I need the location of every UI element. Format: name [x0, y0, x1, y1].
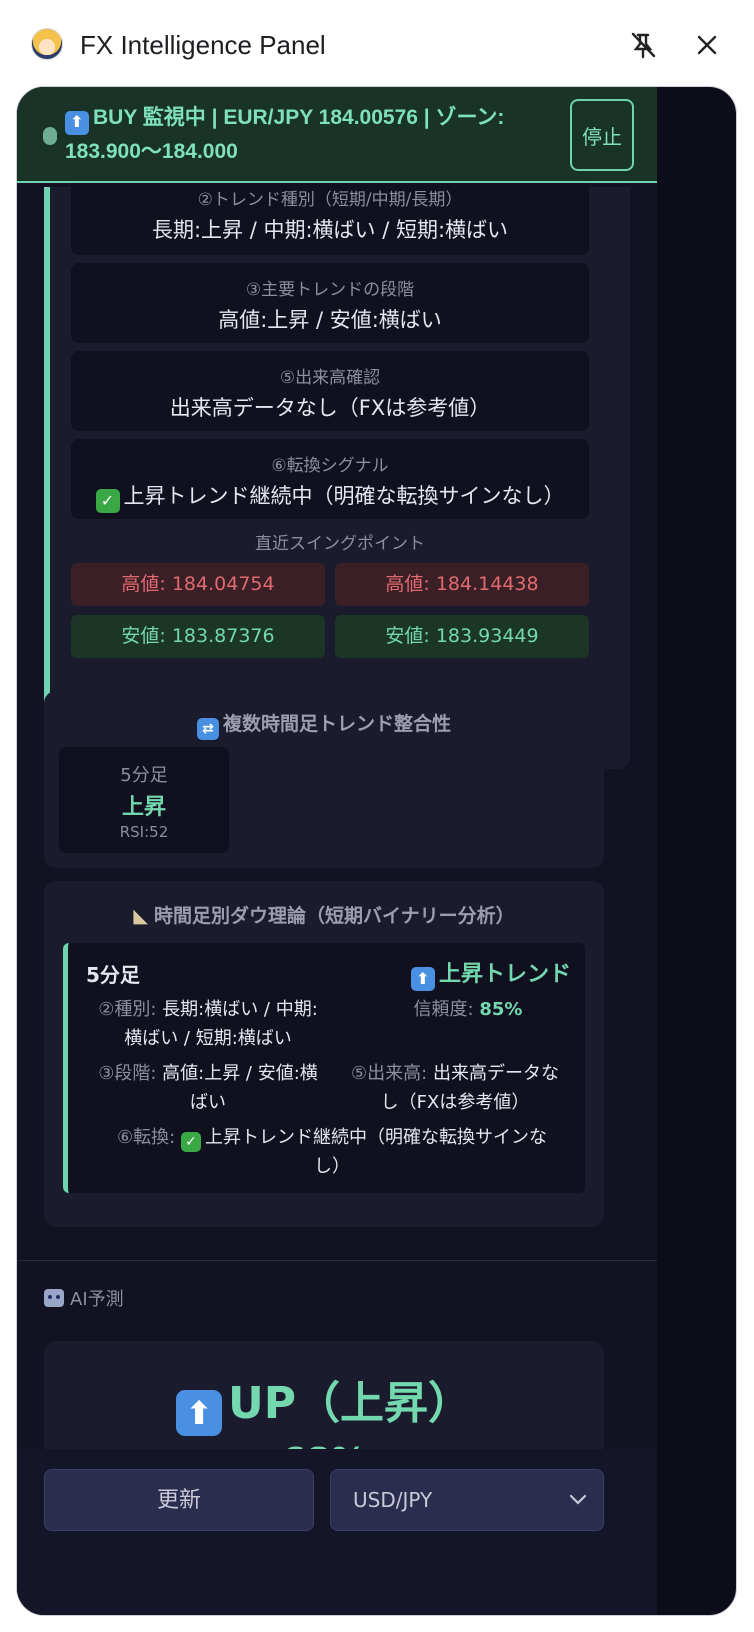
- mtf-card: ⇄ 複数時間足トレンド整合性 5分足 上昇 RSI:52: [44, 691, 604, 868]
- type-value-2: 横ばい / 短期:横ばい: [124, 1028, 292, 1049]
- robot-icon: [44, 1289, 64, 1307]
- reversal-row: ⑥転換: ✓ 上昇トレンド継続中（明確な転換サインなし）: [82, 1123, 582, 1181]
- app-avatar-icon: [31, 28, 63, 60]
- volume-value-1: 出来高データな: [432, 1063, 559, 1084]
- trend-stage-item: ③主要トレンドの段階 高値:上昇 / 安値:横ばい: [71, 263, 589, 343]
- refresh-button[interactable]: 更新: [44, 1469, 314, 1531]
- confidence-key: 信頼度:: [413, 999, 474, 1020]
- timeframe-box: 5分足 上昇 RSI:52: [59, 747, 229, 853]
- timeframe-trend: 上昇: [121, 795, 166, 820]
- item-value: 高値:上昇 / 安値:横ばい: [218, 308, 442, 332]
- swing-low-1: 安値: 183.87376: [71, 615, 325, 658]
- close-icon[interactable]: [690, 28, 724, 62]
- ai-section-label: AI予測: [44, 1285, 124, 1311]
- up-arrow-icon: ⬆: [410, 967, 435, 991]
- stage-key: ③段階:: [98, 1063, 157, 1084]
- ai-prediction-text: UP（上昇）: [228, 1378, 472, 1429]
- type-row: ②種別: 長期:横ばい / 中期: 横ばい / 短期:横ばい: [88, 995, 328, 1053]
- swing-high-1: 高値: 184.04754: [71, 563, 325, 606]
- confidence-row: 信頼度: 85%: [358, 995, 578, 1024]
- item-label: ⑤出来高確認: [279, 368, 381, 388]
- pair-select[interactable]: USD/JPY: [330, 1469, 604, 1531]
- check-icon: ✓: [95, 489, 120, 513]
- swing-low-2: 安値: 183.93449: [335, 615, 589, 658]
- unpin-icon[interactable]: [626, 28, 660, 62]
- item-value: 出来高データなし（FXは参考値）: [169, 396, 491, 420]
- swing-title: 直近スイングポイント: [255, 534, 425, 554]
- window-title: FX Intelligence Panel: [80, 30, 326, 60]
- pair-select-value: USD/JPY: [353, 1488, 433, 1512]
- timeframe-name: 5分足: [120, 765, 168, 786]
- shuffle-icon: ⇄: [196, 718, 219, 740]
- confidence-value: 85%: [479, 999, 523, 1020]
- status-message: BUY 監視中 | EUR/JPY 184.00576 | ゾーン: 183.9…: [65, 106, 505, 163]
- tf-dow-card: ◣ 時間足別ダウ理論（短期バイナリー分析） 5分足 ⬆ 上昇トレンド ②種別: 長期…: [44, 881, 604, 1227]
- title-bar: FX Intelligence Panel: [0, 0, 754, 86]
- mtf-title-text: 複数時間足トレンド整合性: [222, 713, 451, 735]
- type-key: ②種別:: [98, 999, 157, 1020]
- item-value: ✓ 上昇トレンド継続中（明確な転換サインなし）: [71, 480, 589, 513]
- volume-key: ⑤出来高:: [351, 1063, 428, 1084]
- type-value-1: 長期:横ばい / 中期:: [162, 999, 318, 1020]
- trend-type-item: ②トレンド種別（短期/中期/長期） 長期:上昇 / 中期:横ばい / 短期:横ば…: [71, 181, 589, 255]
- reversal-value-2: し）: [314, 1156, 350, 1177]
- mtf-title: ⇄ 複数時間足トレンド整合性: [44, 709, 604, 740]
- status-banner: ⬆ BUY 監視中 | EUR/JPY 184.00576 | ゾーン: 183.…: [17, 87, 657, 183]
- volume-row: ⑤出来高: 出来高データなし（FXは参考値）: [330, 1059, 580, 1117]
- panel: ②トレンド種別（短期/中期/長期） 長期:上昇 / 中期:横ばい / 短期:横ば…: [16, 86, 737, 1616]
- status-text: ⬆ BUY 監視中 | EUR/JPY 184.00576 | ゾーン: 183.…: [65, 101, 565, 168]
- reversal-text: 上昇トレンド継続中（明確な転換サインなし）: [123, 484, 565, 508]
- volume-check-item: ⑤出来高確認 出来高データなし（FXは参考値）: [71, 351, 589, 431]
- chevron-down-icon: [569, 1494, 587, 1505]
- status-dot: [43, 127, 57, 145]
- tf-dow-frame: 5分足: [86, 963, 140, 987]
- triangle-ruler-icon: ◣: [133, 905, 148, 927]
- volume-value-2: し（FXは参考値）: [380, 1092, 530, 1113]
- up-arrow-icon: ⬆: [65, 111, 89, 135]
- item-label: ⑥転換シグナル: [271, 456, 389, 476]
- check-icon: ✓: [180, 1132, 201, 1152]
- tf-dow-trend-text: 上昇トレンド: [438, 962, 571, 987]
- swing-high-2: 高値: 184.14438: [335, 563, 589, 606]
- item-label: ③主要トレンドの段階: [245, 280, 415, 300]
- reversal-key: ⑥転換:: [117, 1127, 176, 1148]
- ai-prediction: ⬆ UP（上昇）: [44, 1367, 604, 1436]
- tf-dow-title: ◣ 時間足別ダウ理論（短期バイナリー分析）: [44, 901, 604, 928]
- panel-content[interactable]: ②トレンド種別（短期/中期/長期） 長期:上昇 / 中期:横ばい / 短期:横ば…: [17, 87, 657, 1615]
- ai-label-text: AI予測: [70, 1289, 124, 1310]
- timeframe-rsi: RSI:52: [119, 823, 169, 841]
- stage-row: ③段階: 高値:上昇 / 安値:横ばい: [88, 1059, 328, 1117]
- stage-value-1: 高値:上昇 / 安値:横: [162, 1063, 318, 1084]
- tf-dow-trend: ⬆ 上昇トレンド: [410, 956, 571, 991]
- reversal-value-1: 上昇トレンド継続中（明確な転換サインな: [204, 1127, 547, 1148]
- item-value: 長期:上昇 / 中期:横ばい / 短期:横ばい: [151, 218, 509, 242]
- stage-value-2: ばい: [190, 1092, 226, 1113]
- dow-theory-card: ②トレンド種別（短期/中期/長期） 長期:上昇 / 中期:横ばい / 短期:横ば…: [44, 181, 630, 769]
- footer-bar: 更新 USD/JPY: [17, 1449, 657, 1615]
- stop-button[interactable]: 停止: [570, 99, 634, 171]
- section-divider: [17, 1260, 657, 1261]
- tf-dow-detail: 5分足 ⬆ 上昇トレンド ②種別: 長期:横ばい / 中期: 横ばい / 短期:横ば…: [63, 943, 585, 1193]
- tf-dow-title-text: 時間足別ダウ理論（短期バイナリー分析）: [154, 905, 515, 927]
- item-label: ②トレンド種別（短期/中期/長期）: [197, 190, 463, 210]
- up-arrow-icon: ⬆: [176, 1390, 222, 1436]
- reversal-signal-item: ⑥転換シグナル ✓ 上昇トレンド継続中（明確な転換サインなし）: [71, 439, 589, 519]
